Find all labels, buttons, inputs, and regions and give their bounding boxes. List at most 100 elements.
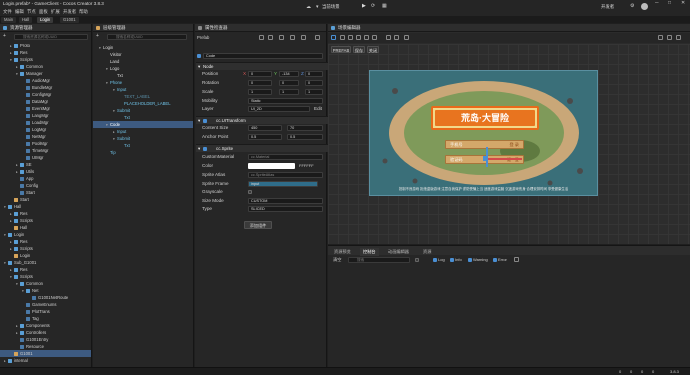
tab-resources[interactable]: 资源 xyxy=(420,248,434,256)
asset-item[interactable]: App xyxy=(0,175,91,182)
asset-item[interactable]: LogMgr xyxy=(0,126,91,133)
add-component-button[interactable]: 添加组件 xyxy=(244,221,272,229)
asset-item[interactable]: ▸ Scripts xyxy=(0,245,91,252)
hierarchy-node[interactable]: ▾ Input xyxy=(93,86,193,93)
prefab-locate-icon[interactable] xyxy=(290,35,295,40)
asset-item[interactable]: TimeMgr xyxy=(0,147,91,154)
prefab-save-button[interactable]: 保存 xyxy=(353,46,365,53)
assets-search-input[interactable]: 搜索资源名称或UUID xyxy=(14,34,88,40)
warning-filter-checkbox[interactable] xyxy=(468,258,472,262)
asset-item[interactable]: LangMgr xyxy=(0,112,91,119)
color-swatch[interactable] xyxy=(248,163,295,169)
close-icon[interactable]: ✕ xyxy=(681,1,685,6)
prefab-apply-icon[interactable] xyxy=(279,35,284,40)
node-name-input[interactable]: Code xyxy=(203,53,323,59)
position-y-input[interactable]: -134 xyxy=(279,71,299,77)
camera-icon[interactable] xyxy=(667,35,672,40)
sprite-enabled-checkbox[interactable] xyxy=(203,147,207,151)
asset-item[interactable]: PlotTrans xyxy=(0,308,91,315)
color-hex[interactable]: FFFFFF xyxy=(299,164,314,168)
hierarchy-node[interactable]: ▾ Submit xyxy=(93,107,193,114)
position-x-input[interactable]: 0 xyxy=(248,71,272,77)
add-node-icon[interactable]: + xyxy=(96,34,99,39)
node-active-checkbox[interactable] xyxy=(197,54,201,58)
settings-icon[interactable]: ⚙ xyxy=(630,4,634,9)
hierarchy-node[interactable]: Txt xyxy=(93,142,193,149)
tab-asset-preview[interactable]: 资源预览 xyxy=(331,248,354,256)
asset-item[interactable]: Start xyxy=(0,189,91,196)
anchor-y-input[interactable]: 0.5 xyxy=(287,134,323,140)
prefab-more-icon[interactable] xyxy=(315,35,320,40)
status-log-count[interactable]: 0 xyxy=(619,370,621,374)
asset-item[interactable]: ▸ SE xyxy=(0,161,91,168)
asset-item[interactable]: Hall xyxy=(0,224,91,231)
tab-console[interactable]: 控制台 xyxy=(360,248,379,256)
asset-item[interactable]: ▸ Res xyxy=(0,49,91,56)
rect-tool-icon[interactable] xyxy=(356,35,361,40)
layout-icon[interactable]: ▦ xyxy=(382,4,387,9)
status-warning-count[interactable]: 0 xyxy=(641,370,643,374)
game-canvas[interactable]: 荒岛·大冒险 手机号 登 录 验证码 一键 · 登 抵制不良游戏 拒绝盗版游戏 … xyxy=(369,70,598,196)
asset-item[interactable]: EventMgr xyxy=(0,105,91,112)
asset-item[interactable]: Config xyxy=(0,182,91,189)
hierarchy-node[interactable]: PLACEHOLDER_LABEL xyxy=(93,100,193,107)
layer-edit-button[interactable]: Edit xyxy=(314,106,322,112)
prefab-close-button[interactable]: 关闭 xyxy=(367,46,379,53)
error-filter-checkbox[interactable] xyxy=(493,258,497,262)
prefab-edit-icon[interactable] xyxy=(259,35,264,40)
info-filter-checkbox[interactable] xyxy=(450,258,454,262)
asset-item[interactable]: ▾ Scripts xyxy=(0,273,91,280)
hierarchy-node[interactable]: TEXT_LABEL xyxy=(93,93,193,100)
asset-item[interactable]: ▸ Scripts xyxy=(0,217,91,224)
asset-item[interactable]: ▾ Manager xyxy=(0,70,91,77)
uitransform-enabled-checkbox[interactable] xyxy=(203,119,207,123)
type-select[interactable]: SLICED xyxy=(248,206,323,212)
tab-main[interactable]: Main xyxy=(1,17,17,23)
status-error-count[interactable]: 0 xyxy=(652,370,654,374)
hierarchy-node[interactable]: ▾ Logo xyxy=(93,65,193,72)
anchor-x-input[interactable]: 0.5 xyxy=(248,134,282,140)
rotate-tool-icon[interactable] xyxy=(340,35,345,40)
asset-item[interactable]: ▾ Login xyxy=(0,231,91,238)
asset-item[interactable]: ▾ Sub_G1001 xyxy=(0,259,91,266)
rotation-y-input[interactable]: 0 xyxy=(279,80,299,86)
asset-item[interactable]: ▸ Utils xyxy=(0,168,91,175)
account-label[interactable]: 开发者 xyxy=(601,4,614,9)
scene-settings-icon[interactable] xyxy=(676,35,681,40)
asset-item[interactable]: ▾ Common xyxy=(0,280,91,287)
gizmo-center[interactable] xyxy=(483,156,488,161)
scale-z-input[interactable]: 1 xyxy=(305,89,323,95)
cloud-icon[interactable]: ☁ xyxy=(306,5,311,10)
asset-item[interactable]: Tag xyxy=(0,315,91,322)
phone-input-box[interactable]: 手机号 登 录 xyxy=(445,140,524,149)
scale-y-input[interactable]: 1 xyxy=(279,89,299,95)
asset-item[interactable]: LoadMgr xyxy=(0,119,91,126)
asset-item[interactable]: PoolMgr xyxy=(0,140,91,147)
asset-item[interactable]: DataMgr xyxy=(0,98,91,105)
status-info-count[interactable]: 0 xyxy=(630,370,632,374)
phone-login-button[interactable]: 登 录 xyxy=(509,142,519,147)
asset-item[interactable]: NetMgr xyxy=(0,133,91,140)
asset-item[interactable]: ▸ Res xyxy=(0,266,91,273)
asset-item[interactable]: ▸ Controllers xyxy=(0,329,91,336)
hierarchy-node[interactable]: Visitor xyxy=(93,51,193,58)
asset-item[interactable]: Start xyxy=(0,196,91,203)
asset-item[interactable]: ▾ Hall xyxy=(0,203,91,210)
pivot-icon[interactable] xyxy=(386,35,391,40)
content-width-input[interactable]: 450 xyxy=(248,125,282,131)
asset-item[interactable]: AudioMgr xyxy=(0,77,91,84)
local-icon[interactable] xyxy=(394,35,399,40)
prefab-revert-icon[interactable] xyxy=(268,35,273,40)
asset-item[interactable]: ConfigMgr xyxy=(0,91,91,98)
custom-material-field[interactable]: cc.Material xyxy=(248,154,323,160)
dropdown-icon[interactable]: ▾ xyxy=(316,5,319,10)
mobility-select[interactable]: Static xyxy=(248,98,323,104)
prefab-unlink-icon[interactable] xyxy=(301,35,306,40)
sprite-atlas-field[interactable]: cc.SpriteAtlas xyxy=(248,172,323,178)
asset-item[interactable]: G1001 xyxy=(0,350,91,357)
hierarchy-search-input[interactable]: 搜索名称或UUID xyxy=(107,34,187,40)
hierarchy-node[interactable]: ▸ Input xyxy=(93,128,193,135)
log-filter-checkbox[interactable] xyxy=(433,258,437,262)
asset-item[interactable]: ▸ Res xyxy=(0,210,91,217)
menu-panel[interactable]: 面板 xyxy=(39,9,48,14)
